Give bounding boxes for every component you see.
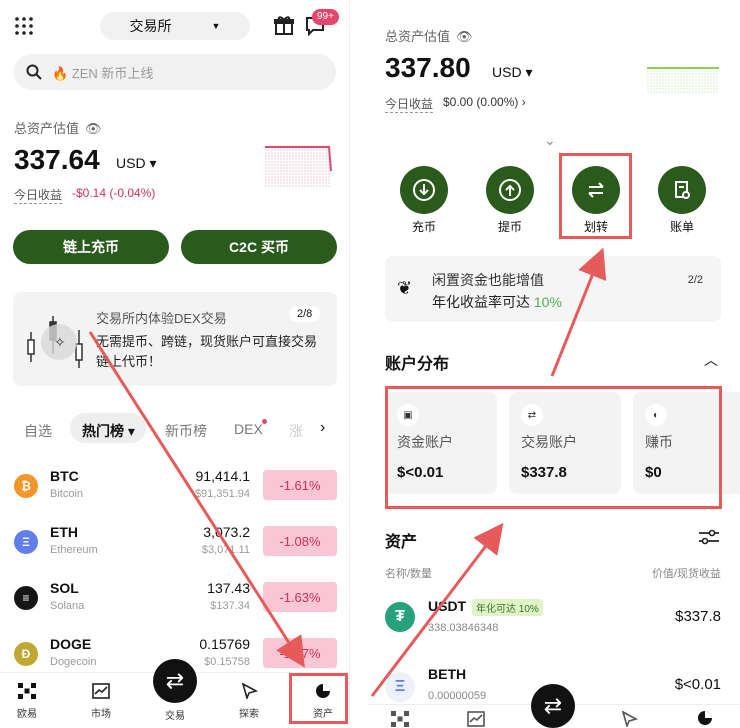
annotation-arrows [88,247,607,697]
